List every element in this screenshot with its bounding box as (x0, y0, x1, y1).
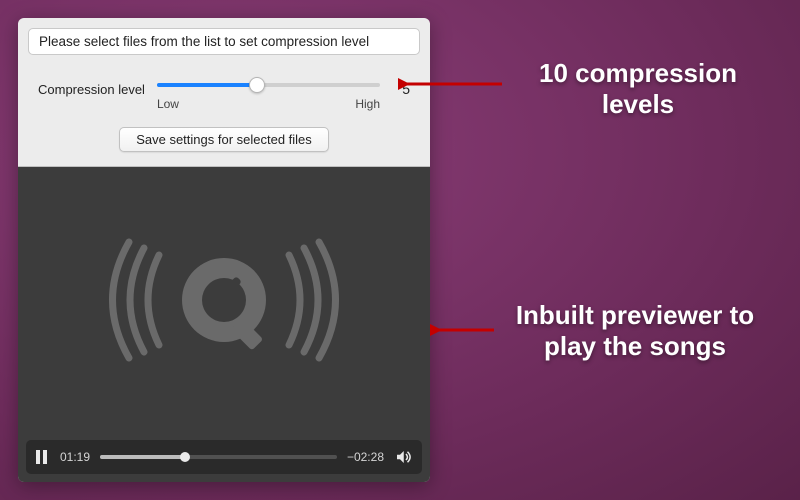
save-row: Save settings for selected files (18, 103, 430, 166)
volume-icon[interactable] (394, 448, 412, 466)
progress-fill (100, 455, 185, 459)
compression-panel: Please select files from the list to set… (18, 18, 430, 482)
quicktime-icon (104, 220, 344, 380)
slider-thumb[interactable] (249, 77, 265, 93)
compression-row: Compression level Low High 5 (18, 61, 430, 103)
callout-previewer: Inbuilt previewer to play the songs (490, 300, 780, 362)
slider-high-label: High (355, 97, 380, 111)
arrow-to-slider (398, 74, 508, 94)
slider-low-label: Low (157, 97, 179, 111)
slider-fill (157, 83, 257, 87)
player-bar: 01:19 −02:28 (26, 440, 422, 474)
instruction-text: Please select files from the list to set… (39, 34, 369, 49)
time-elapsed: 01:19 (60, 450, 90, 464)
instruction-bar: Please select files from the list to set… (28, 28, 420, 55)
compression-label: Compression level (38, 82, 145, 97)
slider-ticks: Low High (157, 97, 380, 111)
save-settings-button[interactable]: Save settings for selected files (119, 127, 329, 152)
playback-progress[interactable] (100, 455, 337, 459)
callout-compression-levels: 10 compression levels (508, 58, 768, 120)
preview-area: 01:19 −02:28 (18, 166, 430, 482)
time-remaining: −02:28 (347, 450, 384, 464)
audio-artwork (18, 167, 430, 432)
pause-button[interactable] (36, 450, 50, 464)
compression-slider[interactable]: Low High (157, 75, 380, 103)
progress-thumb[interactable] (180, 452, 190, 462)
